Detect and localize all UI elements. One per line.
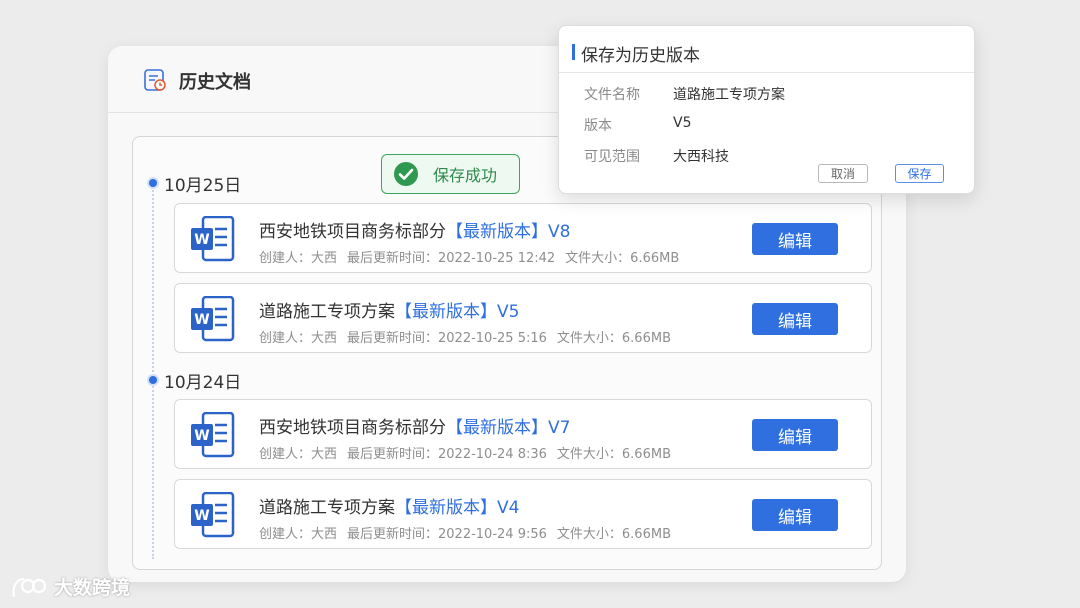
visibility-value[interactable]: 大西科技 bbox=[673, 146, 729, 166]
file-size: 文件大小：6.66MB bbox=[556, 331, 671, 346]
document-title: 道路施工专项方案【最新版本】V5 bbox=[259, 302, 520, 322]
save-button[interactable]: 保存 bbox=[895, 164, 944, 183]
date-label: 10月25日 bbox=[164, 176, 242, 196]
document-meta: 创建人：大西 最后更新时间：2022-10-25 5:16 文件大小：6.66MB bbox=[259, 327, 681, 346]
check-circle-icon bbox=[394, 162, 418, 186]
last-updated: 最后更新时间：2022-10-24 9:56 bbox=[347, 527, 547, 542]
version-value[interactable]: V5 bbox=[673, 115, 691, 131]
creator: 创建人：大西 bbox=[259, 331, 338, 346]
edit-button[interactable]: 编辑 bbox=[752, 303, 838, 335]
version-number: V4 bbox=[497, 498, 520, 518]
timeline-line bbox=[152, 179, 154, 559]
document-meta: 创建人：大西 最后更新时间：2022-10-24 8:36 文件大小：6.66MB bbox=[259, 443, 681, 462]
version-label: 版本 bbox=[584, 118, 612, 134]
watermark: 大数跨境 bbox=[10, 573, 130, 600]
save-version-dialog: 保存为历史版本 文件名称 道路施工专项方案 版本 V5 可见范围 大西科技 取消… bbox=[558, 25, 975, 194]
timeline-dot bbox=[149, 179, 157, 187]
latest-version-tag: 【最新版本】 bbox=[395, 302, 497, 322]
file-size: 文件大小：6.66MB bbox=[556, 447, 671, 462]
file-size: 文件大小：6.66MB bbox=[565, 251, 680, 266]
watermark-text: 大数跨境 bbox=[54, 577, 131, 599]
document-card[interactable]: W 西安地铁项目商务标部分【最新版本】V7 创建人：大西 最后更新时间：2022-… bbox=[174, 399, 872, 469]
svg-text:W: W bbox=[194, 428, 209, 444]
latest-version-tag: 【最新版本】 bbox=[395, 498, 497, 518]
brand-logo-icon bbox=[12, 577, 47, 597]
document-title: 西安地铁项目商务标部分【最新版本】V7 bbox=[259, 418, 571, 438]
dialog-title: 保存为历史版本 bbox=[581, 46, 700, 66]
svg-text:W: W bbox=[194, 232, 209, 248]
document-meta: 创建人：大西 最后更新时间：2022-10-24 9:56 文件大小：6.66MB bbox=[259, 523, 681, 542]
visibility-label: 可见范围 bbox=[584, 149, 640, 165]
last-updated: 最后更新时间：2022-10-25 12:42 bbox=[347, 251, 556, 266]
svg-text:W: W bbox=[194, 508, 209, 524]
word-document-icon: W bbox=[191, 296, 235, 342]
document-card[interactable]: W 西安地铁项目商务标部分【最新版本】V8 创建人：大西 最后更新时间：2022-… bbox=[174, 203, 872, 273]
document-meta: 创建人：大西 最后更新时间：2022-10-25 12:42 文件大小：6.66MB bbox=[259, 247, 689, 266]
latest-version-tag: 【最新版本】 bbox=[446, 222, 548, 242]
save-success-toast: 保存成功 bbox=[381, 154, 520, 194]
latest-version-tag: 【最新版本】 bbox=[446, 418, 548, 438]
creator: 创建人：大西 bbox=[259, 251, 338, 266]
svg-text:W: W bbox=[194, 312, 209, 328]
date-label: 10月24日 bbox=[164, 373, 242, 393]
document-title: 西安地铁项目商务标部分【最新版本】V8 bbox=[259, 222, 571, 242]
document-card[interactable]: W 道路施工专项方案【最新版本】V5 创建人：大西 最后更新时间：2022-10-… bbox=[174, 283, 872, 353]
creator: 创建人：大西 bbox=[259, 447, 338, 462]
file-name-label: 文件名称 bbox=[584, 87, 640, 103]
version-number: V7 bbox=[548, 418, 571, 438]
history-list: 10月25日 W 西安地铁项目商务标部分【最新版本】V8 创建人：大西 最后更新时… bbox=[132, 136, 882, 570]
word-document-icon: W bbox=[191, 492, 235, 538]
last-updated: 最后更新时间：2022-10-25 5:16 bbox=[347, 331, 547, 346]
dialog-header: 保存为历史版本 bbox=[559, 26, 974, 73]
last-updated: 最后更新时间：2022-10-24 8:36 bbox=[347, 447, 547, 462]
dialog-title-accent bbox=[572, 44, 575, 60]
toast-message: 保存成功 bbox=[433, 166, 498, 185]
panel-title: 历史文档 bbox=[179, 72, 251, 93]
edit-button[interactable]: 编辑 bbox=[752, 419, 838, 451]
edit-button[interactable]: 编辑 bbox=[752, 499, 838, 531]
cancel-button[interactable]: 取消 bbox=[818, 164, 868, 183]
edit-button[interactable]: 编辑 bbox=[752, 223, 838, 255]
word-document-icon: W bbox=[191, 412, 235, 458]
file-name-value[interactable]: 道路施工专项方案 bbox=[673, 84, 785, 104]
file-size: 文件大小：6.66MB bbox=[556, 527, 671, 542]
version-number: V8 bbox=[548, 222, 571, 242]
document-title: 道路施工专项方案【最新版本】V4 bbox=[259, 498, 520, 518]
document-card[interactable]: W 道路施工专项方案【最新版本】V4 创建人：大西 最后更新时间：2022-10-… bbox=[174, 479, 872, 549]
creator: 创建人：大西 bbox=[259, 527, 338, 542]
document-history-icon bbox=[144, 69, 166, 91]
word-document-icon: W bbox=[191, 216, 235, 262]
version-number: V5 bbox=[497, 302, 520, 322]
timeline-dot bbox=[149, 376, 157, 384]
